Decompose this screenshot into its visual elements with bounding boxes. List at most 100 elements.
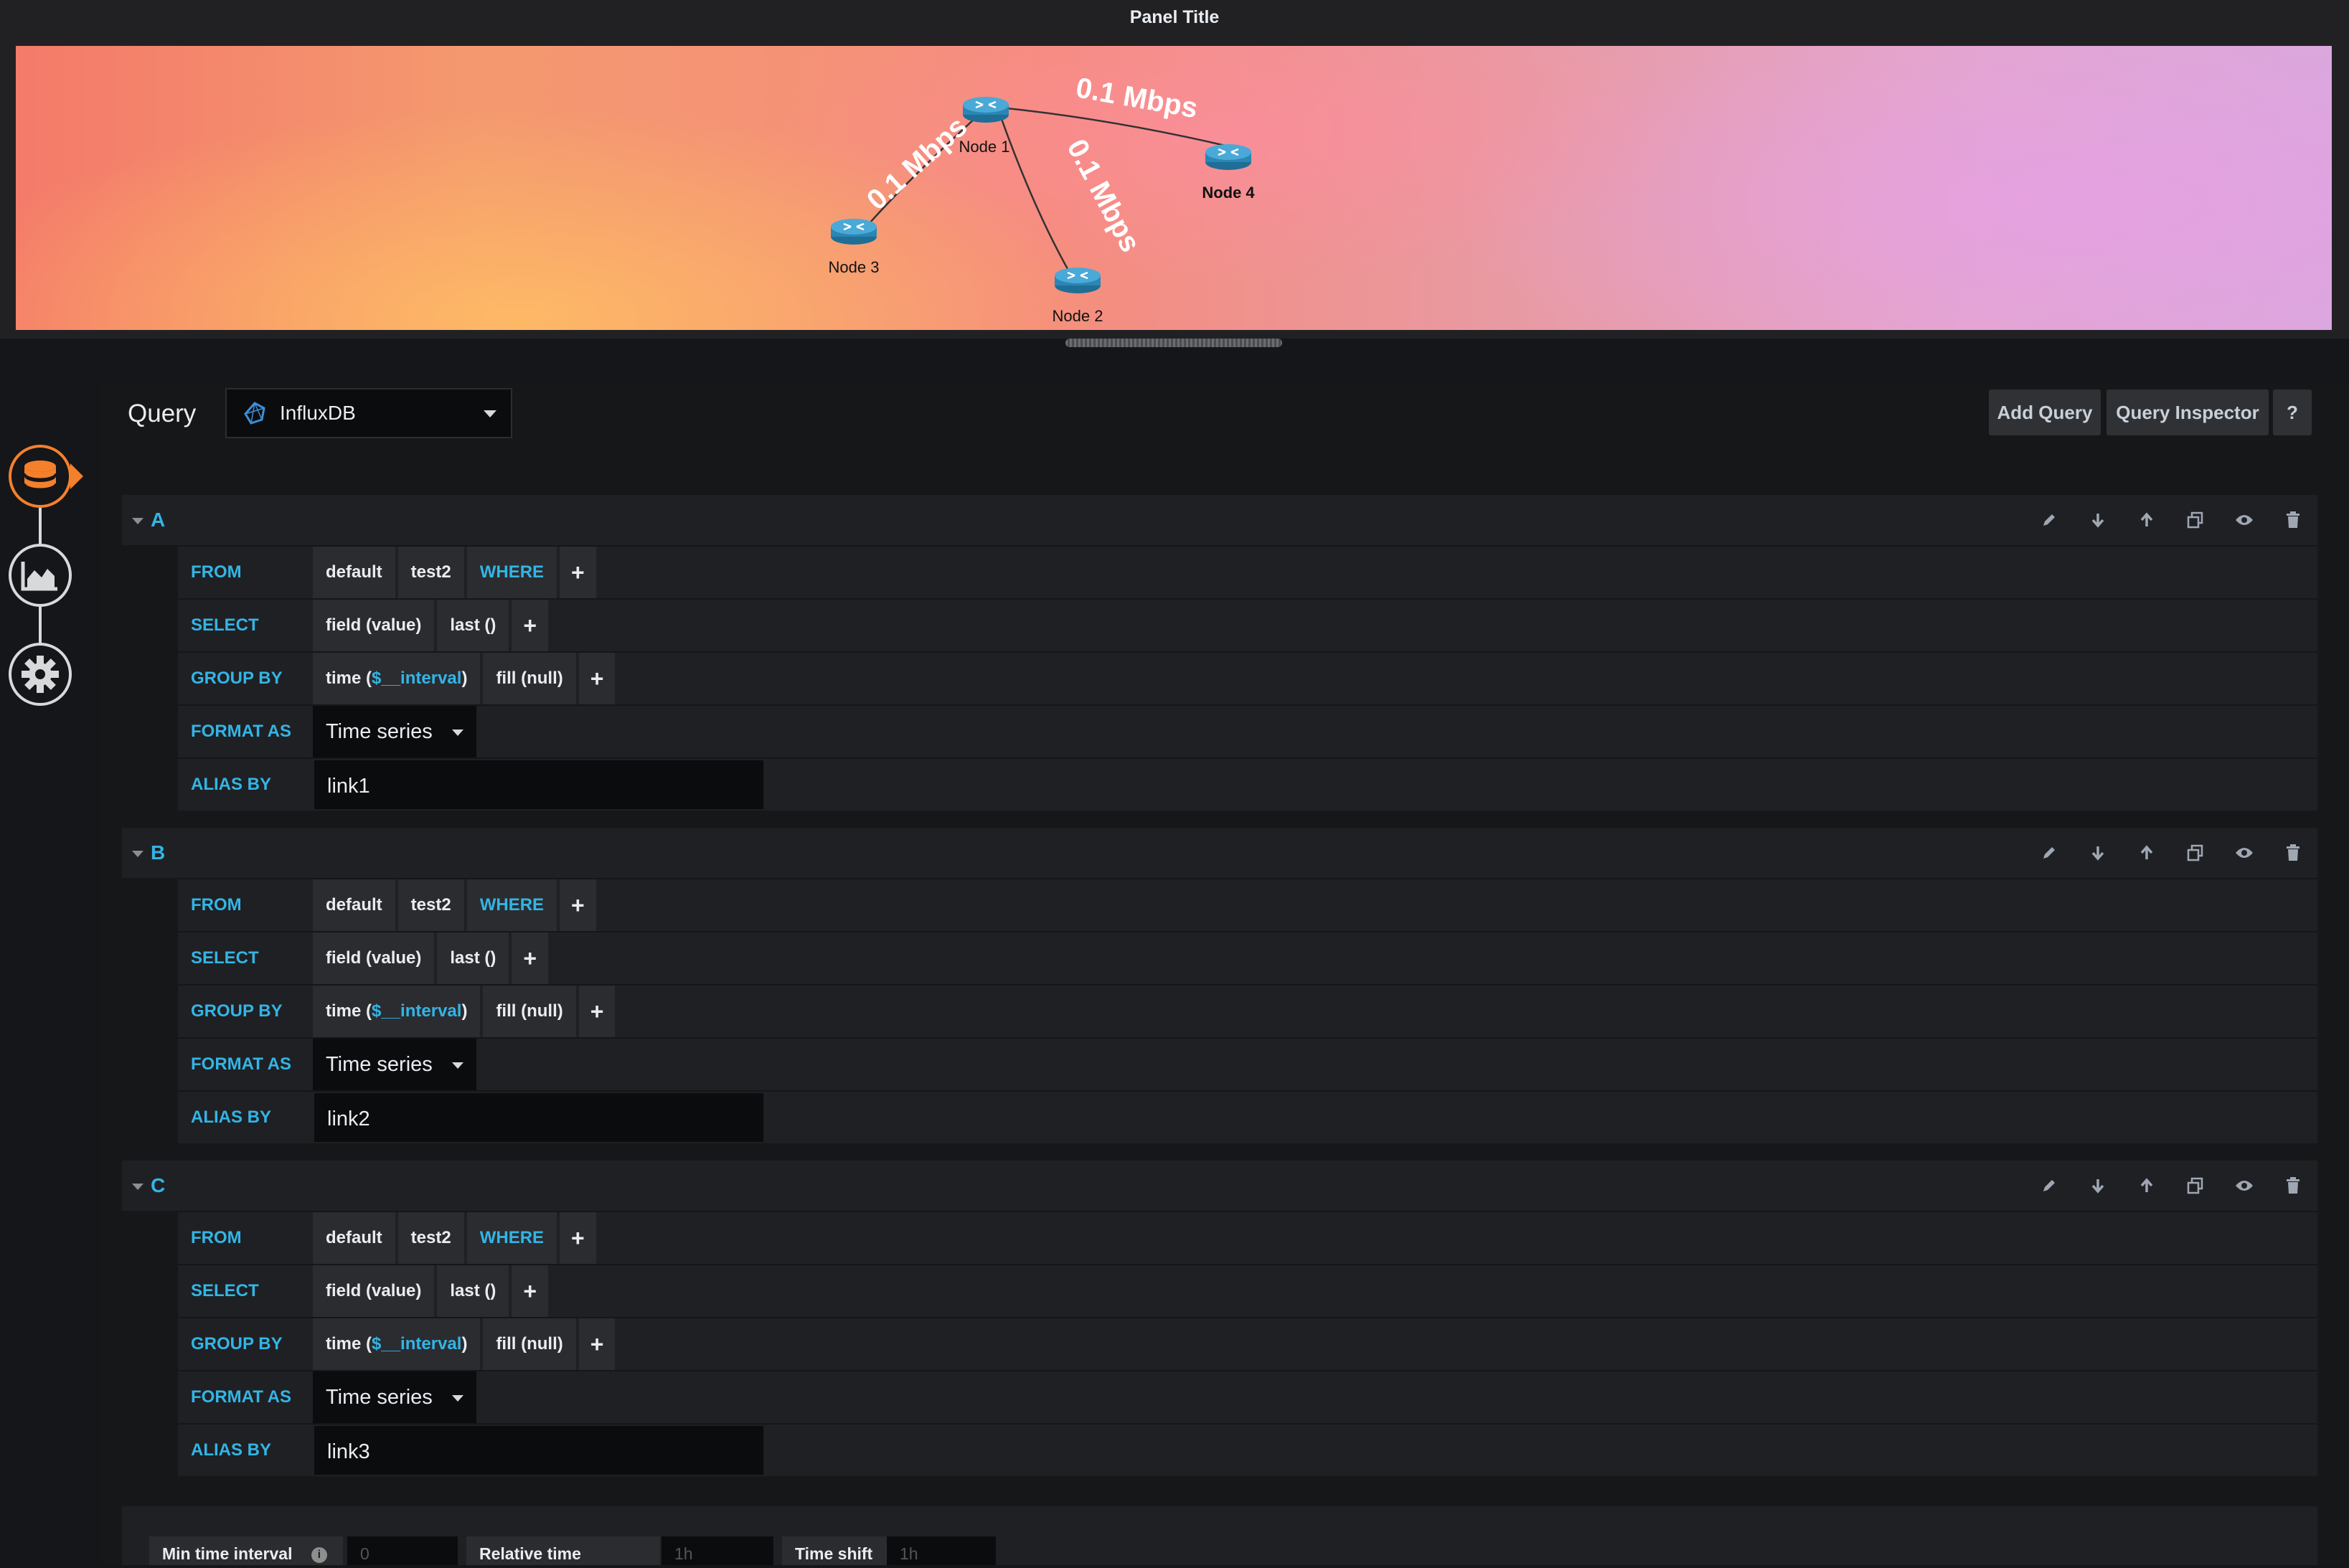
row-filler [598, 1212, 2317, 1264]
add-select-button[interactable]: + [512, 932, 549, 984]
min-interval-input[interactable]: 0 [347, 1536, 458, 1565]
add-group-by-button[interactable]: + [578, 1318, 616, 1370]
query-actions [2025, 828, 2317, 878]
panel-resize-handle[interactable] [1065, 339, 1282, 347]
measurement-segment[interactable]: test2 [397, 879, 464, 931]
query-actions [2025, 495, 2317, 545]
time-suffix: ) [461, 669, 468, 688]
format-select[interactable]: Time series [313, 1039, 476, 1090]
help-button[interactable]: ? [2273, 389, 2312, 435]
eye-icon[interactable] [2220, 513, 2269, 527]
query-options: Min time interval i 0 Relative time 1h T… [122, 1506, 2317, 1565]
collapse-caret-icon[interactable] [132, 518, 143, 525]
select-keyword: SELECT [191, 1281, 259, 1300]
panel-title[interactable]: Panel Title [0, 3, 2349, 32]
time-prefix: time ( [326, 1334, 372, 1354]
router-node-3[interactable]: Node 3 [829, 217, 880, 276]
field-segment[interactable]: field (value) [313, 932, 435, 984]
query-header[interactable]: B [122, 828, 2317, 878]
query-ref-id[interactable]: B [132, 828, 165, 878]
arrow-up-icon[interactable] [2122, 511, 2171, 529]
min-interval-label: Min time interval i [149, 1536, 343, 1565]
trash-icon[interactable] [2269, 511, 2317, 529]
duplicate-icon[interactable] [2171, 1176, 2220, 1195]
arrow-up-icon[interactable] [2122, 844, 2171, 861]
add-select-button[interactable]: + [512, 1265, 549, 1317]
gear-icon [22, 656, 59, 693]
query-ref-id[interactable]: A [132, 495, 165, 545]
router-node-2[interactable]: Node 2 [1053, 266, 1103, 325]
queries-tab[interactable] [9, 445, 72, 508]
node-label: Node 3 [829, 258, 880, 276]
arrow-down-icon[interactable] [2073, 511, 2122, 529]
add-where-button[interactable]: + [560, 547, 596, 598]
general-tab[interactable] [9, 643, 72, 706]
query-inspector-button[interactable]: Query Inspector [2106, 389, 2269, 435]
relative-time-label: Relative time [466, 1536, 660, 1565]
row-filler [479, 1371, 2317, 1423]
collapse-caret-icon[interactable] [132, 1184, 143, 1191]
network-map: 0.1 Mbps 0.1 Mbps 0.1 Mbps Node 1 Node 4… [16, 46, 2332, 330]
query-block-c: C FROM default test2 WHERE + SELECT fiel… [122, 1161, 2317, 1476]
row-filler [768, 1425, 2317, 1476]
add-group-by-button[interactable]: + [578, 986, 616, 1037]
arrow-down-icon[interactable] [2073, 1177, 2122, 1194]
query-ref-letter: C [151, 1174, 166, 1196]
time-interval-segment[interactable]: time ($__interval) [313, 986, 481, 1037]
arrow-up-icon[interactable] [2122, 1177, 2171, 1194]
fill-segment[interactable]: fill (null) [483, 653, 576, 704]
add-group-by-button[interactable]: + [578, 653, 616, 704]
pencil-icon[interactable] [2025, 511, 2073, 529]
fill-segment[interactable]: fill (null) [483, 986, 576, 1037]
retention-policy-segment[interactable]: default [313, 879, 395, 931]
collapse-caret-icon[interactable] [132, 851, 143, 858]
add-where-button[interactable]: + [560, 879, 596, 931]
add-query-button[interactable]: Add Query [1989, 389, 2101, 435]
eye-icon[interactable] [2220, 846, 2269, 860]
trash-icon[interactable] [2269, 844, 2317, 861]
relative-time-input[interactable]: 1h [662, 1536, 773, 1565]
time-shift-input[interactable]: 1h [887, 1536, 996, 1565]
alias-input[interactable]: link3 [313, 1425, 765, 1476]
measurement-segment[interactable]: test2 [397, 547, 464, 598]
function-segment[interactable]: last () [437, 1265, 509, 1317]
duplicate-icon[interactable] [2171, 844, 2220, 862]
fill-segment[interactable]: fill (null) [483, 1318, 576, 1370]
info-icon[interactable]: i [311, 1546, 327, 1563]
interval-variable: $__interval [372, 669, 462, 688]
add-where-button[interactable]: + [560, 1212, 596, 1264]
time-interval-segment[interactable]: time ($__interval) [313, 1318, 481, 1370]
field-segment[interactable]: field (value) [313, 600, 435, 651]
visualization-tab[interactable] [9, 544, 72, 607]
datasource-picker[interactable]: InfluxDB [225, 388, 512, 438]
node-label: Node 1 [959, 138, 1010, 156]
function-segment[interactable]: last () [437, 600, 509, 651]
format-as-keyword: FORMAT AS [191, 1387, 291, 1407]
eye-icon[interactable] [2220, 1179, 2269, 1193]
query-ref-id[interactable]: C [132, 1161, 165, 1211]
router-node-4[interactable]: Node 4 [1202, 143, 1255, 202]
alias-by-keyword: ALIAS BY [191, 1107, 272, 1127]
query-header[interactable]: A [122, 495, 2317, 545]
measurement-segment[interactable]: test2 [397, 1212, 464, 1264]
duplicate-icon[interactable] [2171, 511, 2220, 529]
alias-input[interactable]: link1 [313, 759, 765, 811]
alias-input[interactable]: link2 [313, 1092, 765, 1143]
trash-icon[interactable] [2269, 1177, 2317, 1194]
from-keyword: FROM [191, 895, 242, 915]
arrow-down-icon[interactable] [2073, 844, 2122, 861]
format-value: Time series [326, 720, 433, 743]
link-n1-n2[interactable] [1000, 118, 1072, 275]
retention-policy-segment[interactable]: default [313, 1212, 395, 1264]
field-segment[interactable]: field (value) [313, 1265, 435, 1317]
add-select-button[interactable]: + [512, 600, 549, 651]
retention-policy-segment[interactable]: default [313, 547, 395, 598]
pencil-icon[interactable] [2025, 1177, 2073, 1194]
format-select[interactable]: Time series [313, 1371, 476, 1423]
function-segment[interactable]: last () [437, 932, 509, 984]
format-select[interactable]: Time series [313, 706, 476, 757]
pencil-icon[interactable] [2025, 844, 2073, 861]
query-header[interactable]: C [122, 1161, 2317, 1211]
time-interval-segment[interactable]: time ($__interval) [313, 653, 481, 704]
row-filler [618, 986, 2317, 1037]
